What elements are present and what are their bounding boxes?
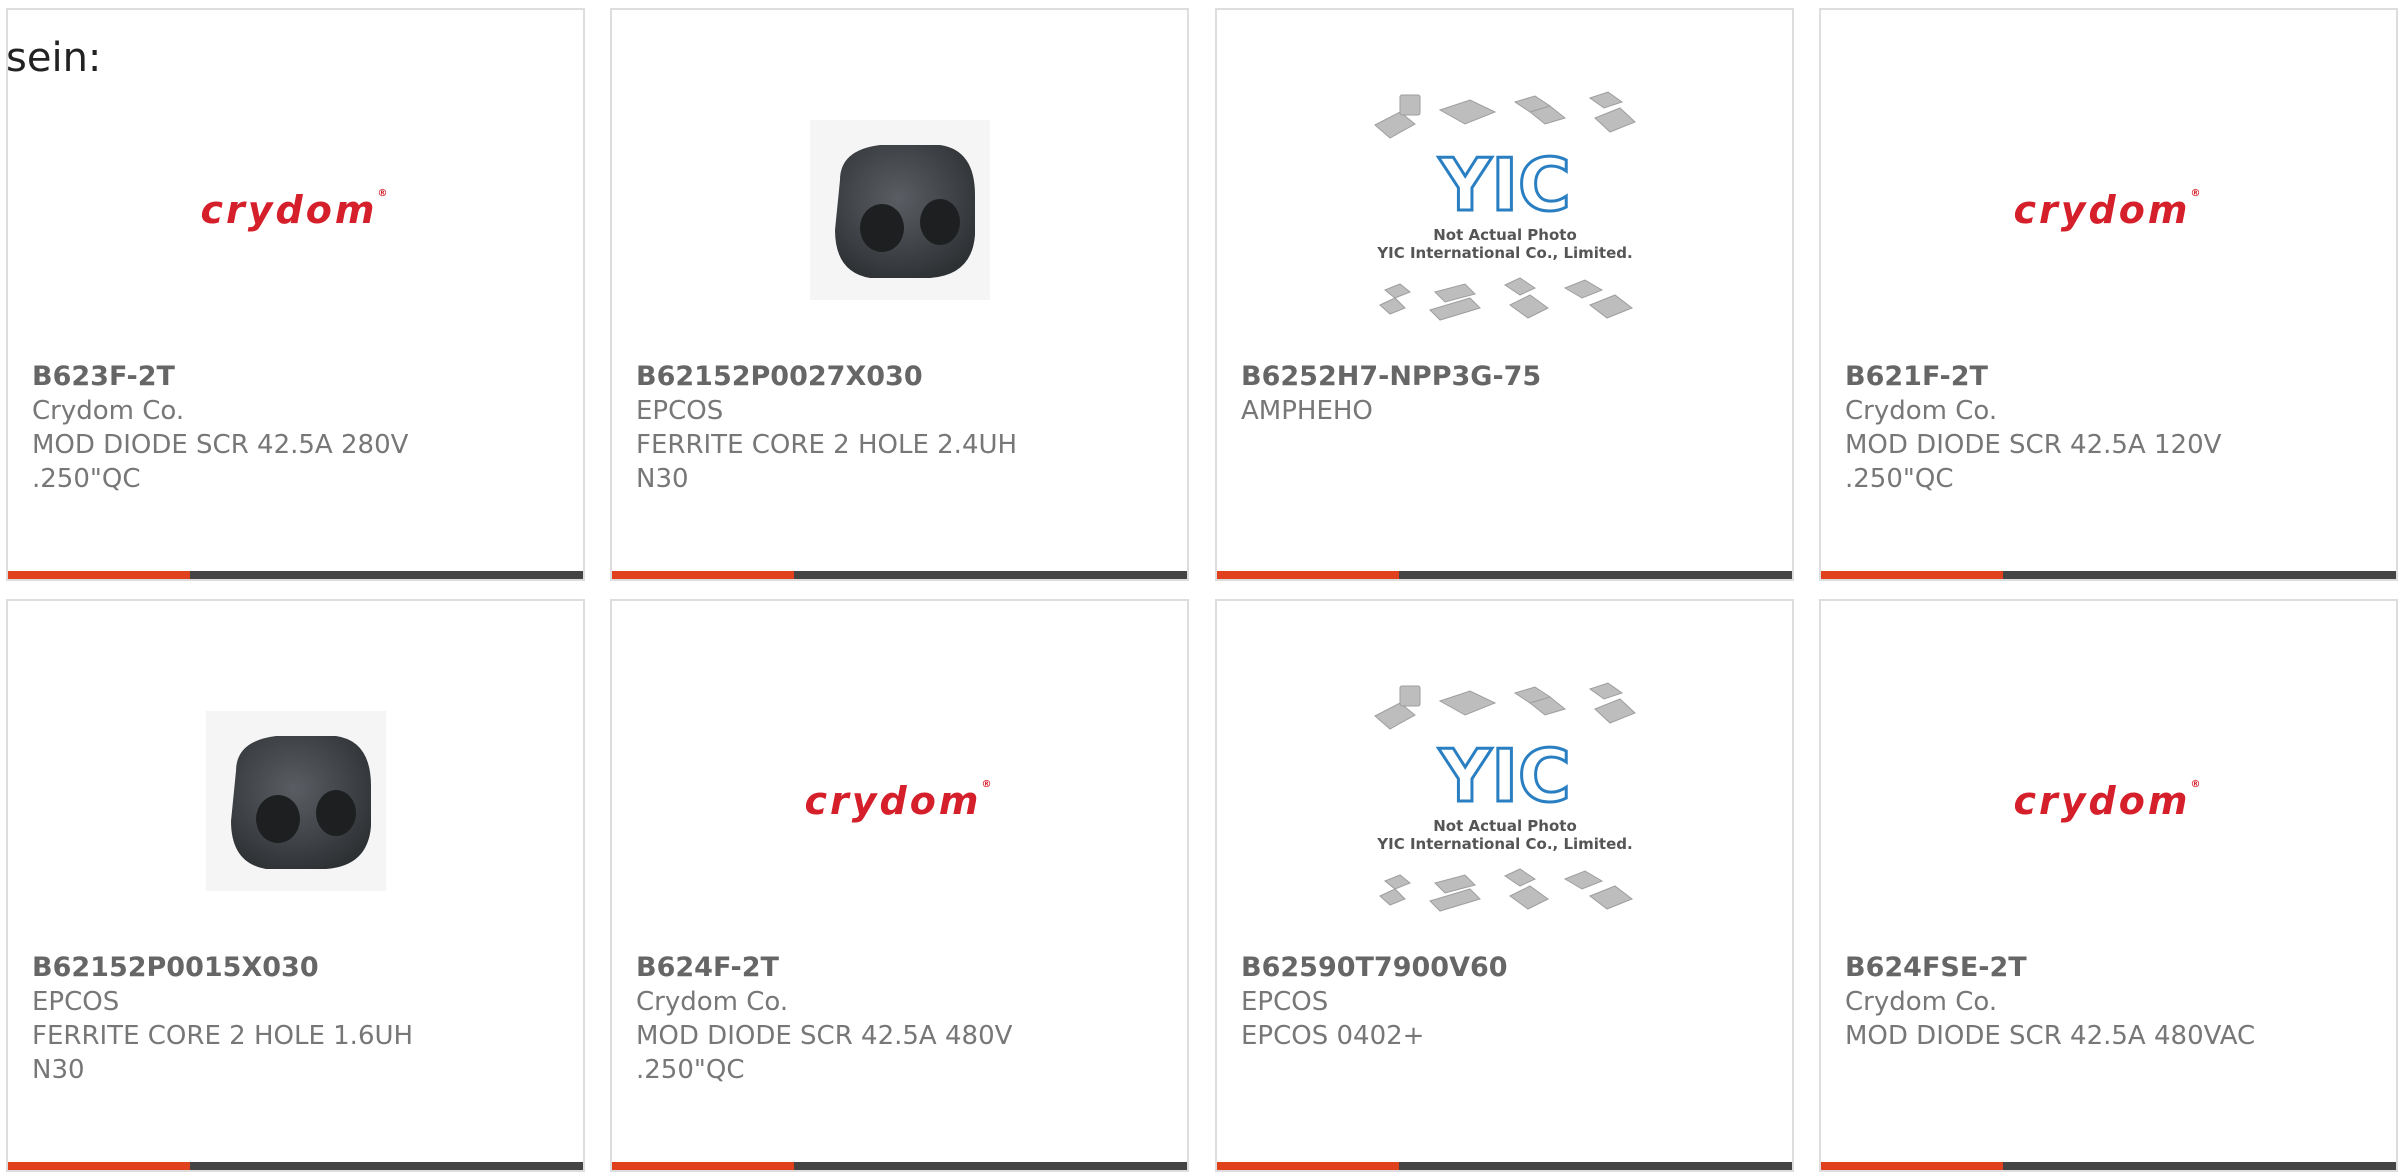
product-info: B621F-2T Crydom Co. MOD DIODE SCR 42.5A 12…: [1845, 360, 2372, 496]
card-bar-accent: [8, 1162, 190, 1170]
product-info: B624F-2T Crydom Co. MOD DIODE SCR 42.5A 48…: [636, 951, 1163, 1087]
card-bar-rest: [190, 571, 583, 579]
part-number-link[interactable]: B6252H7-NPP3G-75: [1241, 360, 1768, 394]
manufacturer-name: Crydom Co.: [32, 396, 185, 426]
part-number-link[interactable]: B624FSE-2T: [1845, 951, 2372, 985]
product-image[interactable]: YIC Not Actual Photo YIC International Co.…: [1217, 70, 1792, 350]
part-number-link[interactable]: B62590T7900V60: [1241, 951, 1768, 985]
card-bottom-bar: [8, 1162, 583, 1170]
product-image[interactable]: crydom®: [612, 661, 1187, 941]
product-image[interactable]: [8, 661, 583, 941]
product-info: B62590T7900V60 EPCOS EPCOS 0402+: [1241, 951, 1768, 1053]
product-image[interactable]: [612, 70, 1187, 350]
card-bar-accent: [1821, 1162, 2003, 1170]
card-bar-accent: [612, 571, 794, 579]
product-card[interactable]: crydom® B623F-2T Crydom Co. MOD DIODE SCR 4…: [6, 8, 585, 581]
product-card[interactable]: YIC Not Actual Photo YIC International Co.…: [1215, 8, 1794, 581]
product-card[interactable]: crydom® B621F-2T Crydom Co. MOD DIODE SCR 4…: [1819, 8, 2398, 581]
product-description: MOD DIODE SCR 42.5A 280V .250"QC: [32, 430, 409, 494]
yic-line1: Not Actual Photo: [1433, 817, 1577, 835]
card-bottom-bar: [8, 571, 583, 579]
product-info: B6252H7-NPP3G-75 AMPHEHO: [1241, 360, 1768, 428]
manufacturer-name: AMPHEHO: [1241, 396, 1373, 426]
card-bar-accent: [8, 571, 190, 579]
product-description: MOD DIODE SCR 42.5A 120V .250"QC: [1845, 430, 2222, 494]
card-bottom-bar: [1821, 1162, 2396, 1170]
product-card[interactable]: B62152P0027X030 EPCOS FERRITE CORE 2 HOLE …: [610, 8, 1189, 581]
ferrite-core-image: [205, 711, 386, 891]
card-bar-rest: [794, 571, 1187, 579]
card-bar-accent: [1217, 1162, 1399, 1170]
yic-line2: YIC International Co., Limited.: [1376, 244, 1632, 262]
product-image[interactable]: crydom®: [1821, 70, 2396, 350]
part-number-link[interactable]: B623F-2T: [32, 360, 559, 394]
yic-line2: YIC International Co., Limited.: [1376, 835, 1632, 853]
product-description: FERRITE CORE 2 HOLE 1.6UH N30: [32, 1021, 414, 1085]
card-bottom-bar: [1217, 1162, 1792, 1170]
part-number-link[interactable]: B62152P0015X030: [32, 951, 559, 985]
card-bar-rest: [1399, 1162, 1792, 1170]
manufacturer-name: Crydom Co.: [1845, 396, 1998, 426]
card-bottom-bar: [612, 571, 1187, 579]
product-info: B62152P0015X030 EPCOS FERRITE CORE 2 HOLE …: [32, 951, 559, 1087]
yic-placeholder-image: YICNot Actual PhotoYIC International Co.…: [1373, 91, 1636, 321]
crydom-logo: crydom®: [2013, 779, 2204, 823]
card-bar-rest: [794, 1162, 1187, 1170]
yic-logo-text: YIC: [1438, 143, 1571, 227]
crydom-logo: crydom®: [804, 779, 995, 823]
manufacturer-name: Crydom Co.: [1845, 987, 1998, 1017]
product-description: MOD DIODE SCR 42.5A 480VAC: [1845, 1021, 2256, 1051]
manufacturer-name: EPCOS: [636, 396, 724, 426]
card-bottom-bar: [1217, 571, 1792, 579]
product-description: MOD DIODE SCR 42.5A 480V .250"QC: [636, 1021, 1013, 1085]
product-card[interactable]: B62152P0015X030 EPCOS FERRITE CORE 2 HOLE …: [6, 599, 585, 1172]
card-bottom-bar: [1821, 571, 2396, 579]
manufacturer-name: EPCOS: [32, 987, 120, 1017]
manufacturer-name: EPCOS: [1241, 987, 1329, 1017]
part-number-link[interactable]: B621F-2T: [1845, 360, 2372, 394]
product-info: B624FSE-2T Crydom Co. MOD DIODE SCR 42.5A …: [1845, 951, 2372, 1053]
card-bar-rest: [2003, 571, 2396, 579]
part-number-link[interactable]: B624F-2T: [636, 951, 1163, 985]
manufacturer-name: Crydom Co.: [636, 987, 789, 1017]
part-number-link[interactable]: B62152P0027X030: [636, 360, 1163, 394]
product-info: B623F-2T Crydom Co. MOD DIODE SCR 42.5A 28…: [32, 360, 559, 496]
crydom-logo: crydom®: [200, 188, 391, 232]
crydom-logo: crydom®: [2013, 188, 2204, 232]
product-info: B62152P0027X030 EPCOS FERRITE CORE 2 HOLE …: [636, 360, 1163, 496]
product-card[interactable]: YIC Not Actual Photo YIC International Co.…: [1215, 599, 1794, 1172]
product-card[interactable]: crydom® B624F-2T Crydom Co. MOD DIODE SCR 4…: [610, 599, 1189, 1172]
card-bar-accent: [1217, 571, 1399, 579]
card-bar-accent: [1821, 571, 2003, 579]
card-bar-rest: [190, 1162, 583, 1170]
card-bar-accent: [612, 1162, 794, 1170]
yic-line1: Not Actual Photo: [1433, 226, 1577, 244]
page-fragment-text: sein:: [6, 35, 102, 81]
card-bar-rest: [1399, 571, 1792, 579]
ferrite-core-image: [809, 120, 990, 300]
product-image[interactable]: crydom®: [8, 70, 583, 350]
product-image[interactable]: YIC Not Actual Photo YIC International Co.…: [1217, 661, 1792, 941]
card-bar-rest: [2003, 1162, 2396, 1170]
yic-placeholder-image: YICNot Actual PhotoYIC International Co.…: [1373, 682, 1636, 912]
product-description: EPCOS 0402+: [1241, 1021, 1425, 1051]
product-image[interactable]: crydom®: [1821, 661, 2396, 941]
product-card[interactable]: crydom® B624FSE-2T Crydom Co. MOD DIODE SCR…: [1819, 599, 2398, 1172]
product-description: FERRITE CORE 2 HOLE 2.4UH N30: [636, 430, 1018, 494]
yic-logo-text: YIC: [1438, 734, 1571, 818]
card-bottom-bar: [612, 1162, 1187, 1170]
